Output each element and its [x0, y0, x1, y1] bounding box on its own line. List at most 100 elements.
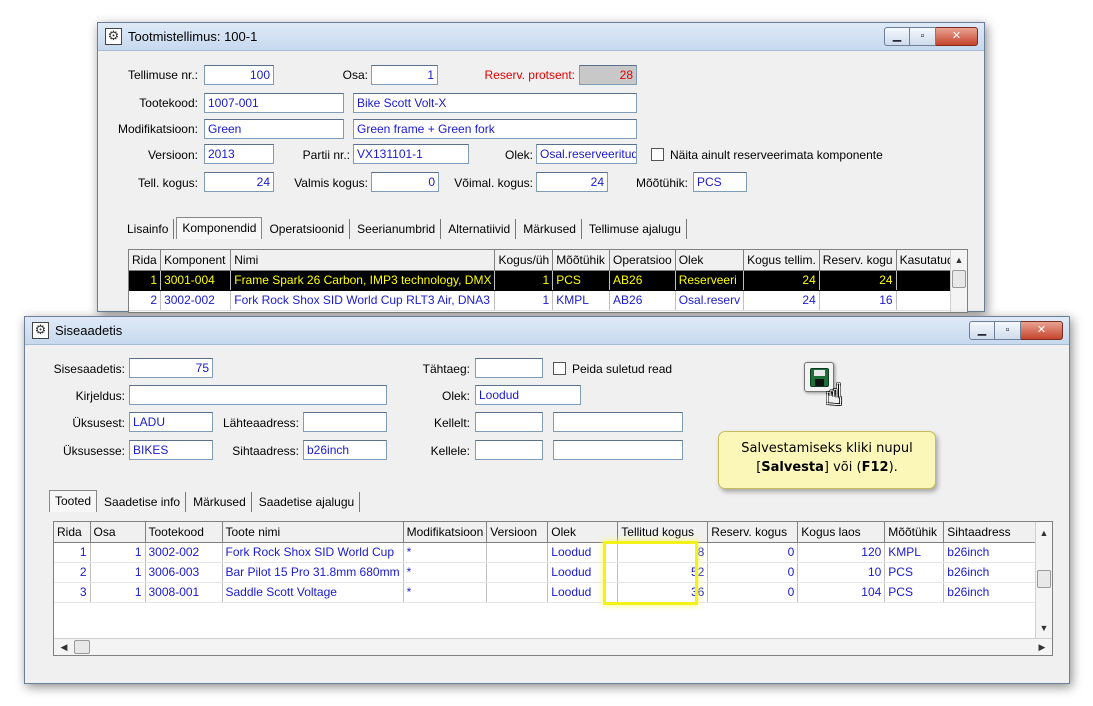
tab-alternatiivid[interactable]: Alternatiivid — [443, 219, 517, 239]
tab-lisainfo[interactable]: Lisainfo — [122, 219, 175, 239]
shipment-nr-label: Sisesaadetis: — [53, 362, 125, 376]
maximize-icon[interactable]: ▫ — [995, 321, 1021, 340]
scroll-thumb[interactable] — [1037, 570, 1051, 588]
to-unit-input[interactable]: BIKES — [129, 440, 213, 460]
col-header[interactable]: Reserv. kogus — [707, 522, 799, 543]
to-person-name-input[interactable] — [553, 440, 683, 460]
reserve-percent-label: Reserv. protsent: — [484, 68, 575, 82]
deadline-label: Tähtaeg: — [422, 362, 470, 376]
show-unreserved-checkbox[interactable] — [651, 148, 664, 161]
order-nr-input[interactable]: 100 — [204, 65, 274, 85]
version-input[interactable]: 2013 — [204, 144, 274, 164]
col-header[interactable]: Sihtaadress — [943, 522, 1037, 543]
col-header[interactable]: Olek — [675, 250, 745, 271]
modification-desc-input[interactable]: Green frame + Green fork — [353, 119, 637, 139]
description-input[interactable] — [129, 385, 387, 405]
table-row[interactable]: 1 1 3002-002 Fork Rock Shox SID World Cu… — [54, 542, 1037, 563]
to-person-code-input[interactable] — [475, 440, 543, 460]
scroll-up-icon[interactable]: ▲ — [951, 252, 967, 268]
from-person-label: Kellelt: — [433, 416, 470, 430]
table-row[interactable]: 3 1 3008-001 Saddle Scott Voltage * Lood… — [54, 582, 1037, 603]
callout-key: F12 — [861, 460, 889, 475]
batch-nr-input[interactable]: VX131101-1 — [353, 144, 469, 164]
tab-saadetise-info[interactable]: Saadetise info — [99, 492, 187, 512]
part-label: Osa: — [342, 68, 368, 82]
tab-operatsioonid[interactable]: Operatsioonid — [264, 219, 351, 239]
col-header[interactable]: Mõõtühik — [884, 522, 945, 543]
tab-tooted[interactable]: Tooted — [49, 490, 98, 512]
col-header[interactable]: Rida — [54, 522, 91, 543]
col-header[interactable]: Olek — [547, 522, 619, 543]
table-row[interactable]: 1 3001-004 Frame Spark 26 Carbon, IMP3 t… — [129, 270, 967, 291]
unit-input[interactable]: PCS — [693, 172, 747, 192]
production-order-titlebar[interactable]: ⚙ Tootmistellimus: 100-1 ▁ ▫ ✕ — [98, 23, 984, 51]
tab-markused[interactable]: Märkused — [518, 219, 582, 239]
window-title: Siseaadetis — [55, 323, 123, 338]
scroll-right-icon[interactable]: ▶ — [1034, 639, 1050, 655]
tab-markused[interactable]: Märkused — [188, 492, 252, 512]
col-header[interactable]: Modifikatsioon — [403, 522, 488, 543]
products-hscroll[interactable]: ◀ ▶ — [54, 638, 1052, 655]
cell: 3 — [54, 582, 91, 603]
scroll-thumb[interactable] — [952, 270, 966, 288]
col-header[interactable]: Nimi — [230, 250, 496, 271]
tab-seerianumbrid[interactable]: Seerianumbrid — [352, 219, 442, 239]
order-nr-label: Tellimuse nr.: — [127, 68, 198, 82]
part-input[interactable]: 1 — [371, 65, 438, 85]
col-header[interactable]: Kogus laos — [797, 522, 886, 543]
close-icon[interactable]: ✕ — [936, 27, 978, 46]
hide-closed-checkbox[interactable] — [553, 362, 566, 375]
target-address-input[interactable]: b26inch — [303, 440, 387, 460]
shipment-nr-input[interactable]: 75 — [129, 358, 213, 378]
table-row[interactable]: 2 3002-002 Fork Rock Shox SID World Cup … — [129, 290, 967, 311]
col-header[interactable]: Komponent — [160, 250, 232, 271]
cell: 104 — [797, 582, 886, 603]
maximize-icon[interactable]: ▫ — [910, 27, 936, 46]
table-row[interactable]: 2 1 3006-003 Bar Pilot 15 Pro 31.8mm 680… — [54, 562, 1037, 583]
products-vscroll[interactable]: ▲ ▼ — [1035, 522, 1052, 638]
cell: 2 — [54, 562, 91, 583]
callout-save-word: Salvesta — [761, 460, 824, 475]
status-input[interactable]: Osal.reserveeritud — [536, 144, 637, 164]
components-vscroll[interactable]: ▲ — [950, 250, 967, 312]
from-person-code-input[interactable] — [475, 412, 543, 432]
close-icon[interactable]: ✕ — [1021, 321, 1063, 340]
cell: 0 — [707, 542, 799, 563]
col-header[interactable]: Osa — [90, 522, 146, 543]
minimize-icon[interactable]: ▁ — [884, 27, 910, 46]
product-name-input[interactable]: Bike Scott Volt-X — [353, 93, 637, 113]
deadline-input[interactable] — [475, 358, 543, 378]
col-header[interactable]: Kogus tellim. — [743, 250, 820, 271]
col-header[interactable]: Operatsioo — [609, 250, 676, 271]
tab-saadetise-ajalugu[interactable]: Saadetise ajalugu — [254, 492, 361, 512]
col-header[interactable]: Tellitud kogus — [617, 522, 709, 543]
finished-qty-input[interactable]: 0 — [371, 172, 439, 192]
cell: Fork Rock Shox SID World Cup RLT3 Air, D… — [230, 290, 496, 311]
from-person-name-input[interactable] — [553, 412, 683, 432]
product-code-label: Tootekood: — [139, 96, 198, 110]
cell: 1 — [494, 290, 554, 311]
minimize-icon[interactable]: ▁ — [969, 321, 995, 340]
cell: 24 — [743, 290, 820, 311]
scroll-up-icon[interactable]: ▲ — [1036, 525, 1052, 541]
tab-tellimuse-ajalugu[interactable]: Tellimuse ajalugu — [584, 219, 687, 239]
scroll-down-icon[interactable]: ▼ — [1036, 620, 1052, 636]
col-header[interactable]: Toote nimi — [222, 522, 404, 543]
col-header[interactable]: Reserv. kogu — [819, 250, 897, 271]
source-address-input[interactable] — [303, 412, 387, 432]
col-header[interactable]: Kogus/üh — [494, 250, 554, 271]
scroll-thumb[interactable] — [74, 640, 90, 654]
product-code-input[interactable]: 1007-001 — [204, 93, 344, 113]
scroll-left-icon[interactable]: ◀ — [56, 639, 72, 655]
internal-shipment-titlebar[interactable]: ⚙ Siseaadetis ▁ ▫ ✕ — [25, 317, 1069, 345]
modification-input[interactable]: Green — [204, 119, 344, 139]
tab-komponendid[interactable]: Komponendid — [176, 217, 263, 239]
status-input[interactable]: Loodud — [475, 385, 581, 405]
col-header[interactable]: Rida — [129, 250, 162, 271]
col-header[interactable]: Versioon — [486, 522, 549, 543]
possible-qty-input[interactable]: 24 — [536, 172, 608, 192]
col-header[interactable]: Mõõtühik — [552, 250, 611, 271]
col-header[interactable]: Tootekood — [145, 522, 223, 543]
from-unit-input[interactable]: LADU — [129, 412, 213, 432]
ordered-qty-input[interactable]: 24 — [204, 172, 274, 192]
